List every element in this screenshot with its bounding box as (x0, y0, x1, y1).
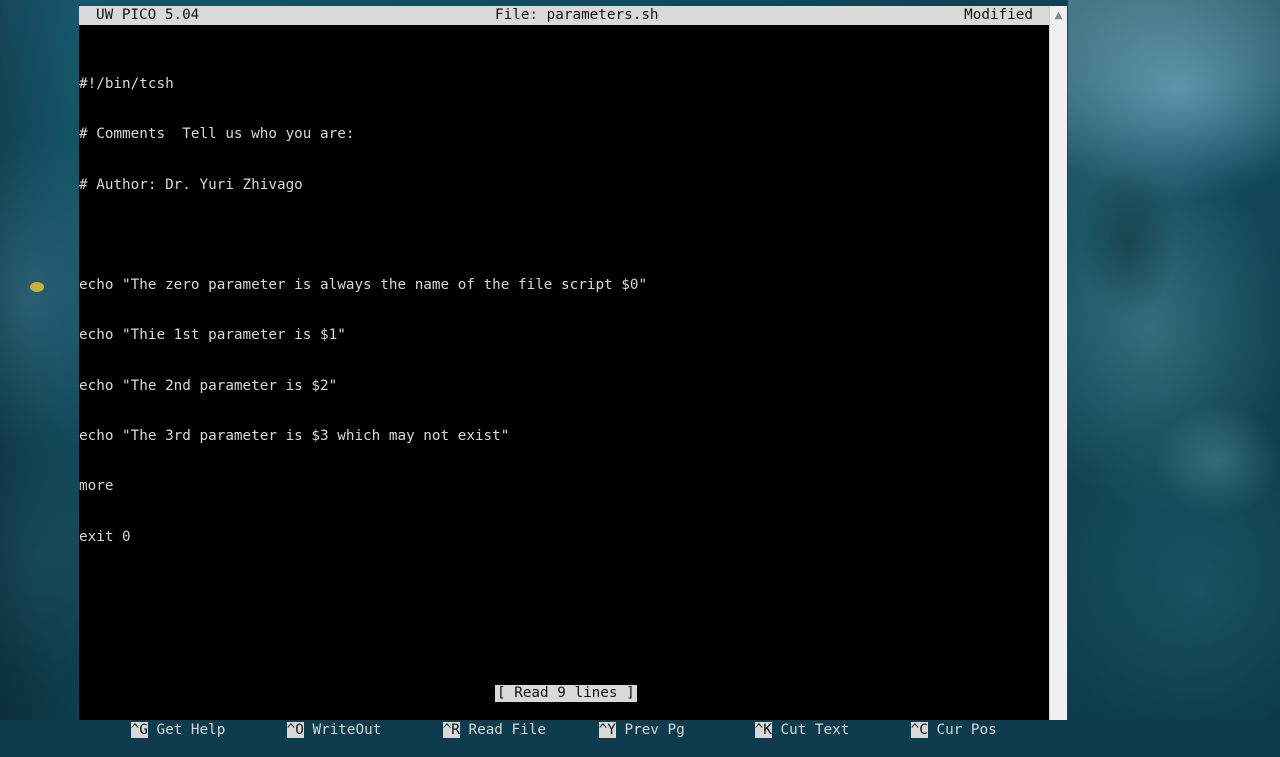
shortcut-label: Prev Pg (624, 722, 685, 738)
text-editor-area[interactable]: #!/bin/tcsh # Comments Tell us who you a… (79, 43, 1050, 578)
shortcut-key: ^K (754, 722, 772, 738)
fish-image (30, 282, 44, 292)
shortcut-key: ^O (286, 722, 304, 738)
editor-line[interactable]: more (79, 477, 1050, 495)
vertical-scrollbar[interactable]: ▲ (1049, 6, 1067, 720)
editor-version: UW PICO 5.04 (96, 7, 200, 23)
shortcut-get-help[interactable]: ^G Get Help (79, 703, 225, 738)
shortcut-key: ^G (130, 722, 148, 738)
editor-line[interactable]: echo "Thie 1st parameter is $1" (79, 326, 1050, 344)
editor-line[interactable]: echo "The 3rd parameter is $3 which may … (79, 427, 1050, 445)
terminal-window[interactable]: UW PICO 5.04 File: parameters.sh Modifie… (79, 6, 1067, 738)
shortcut-label: Read File (468, 722, 546, 738)
shortcut-key: ^Y (598, 722, 616, 738)
shortcut-key: ^C (910, 722, 928, 738)
scroll-up-arrow-icon[interactable]: ▲ (1050, 6, 1067, 25)
editor-line[interactable]: # Author: Dr. Yuri Zhivago (79, 176, 1050, 194)
wallpaper-right-panel (1068, 0, 1280, 720)
editor-line[interactable]: exit 0 (79, 528, 1050, 546)
shortcut-label: Cur Pos (936, 722, 997, 738)
editor-line[interactable]: echo "The 2nd parameter is $2" (79, 377, 1050, 395)
pico-title-bar: UW PICO 5.04 File: parameters.sh Modifie… (79, 6, 1050, 25)
file-name: File: parameters.sh (495, 7, 659, 23)
shortcut-label: Get Help (156, 722, 226, 738)
shortcut-prev-page[interactable]: ^Y Prev Pg (547, 703, 685, 738)
shortcut-label: Cut Text (780, 722, 850, 738)
modified-status: Modified (964, 7, 1033, 23)
shortcut-writeout[interactable]: ^O WriteOut (235, 703, 381, 738)
shortcut-read-file[interactable]: ^R Read File (391, 703, 546, 738)
editor-line[interactable]: echo "The zero parameter is always the n… (79, 276, 1050, 294)
shortcut-bar: ^G Get Help ^O WriteOut ^R Read File ^Y … (79, 703, 1050, 738)
editor-line[interactable] (79, 226, 1050, 244)
shortcut-label: WriteOut (312, 722, 382, 738)
wallpaper-left-panel (0, 0, 79, 720)
editor-line[interactable]: # Comments Tell us who you are: (79, 125, 1050, 143)
shortcut-cur-pos[interactable]: ^C Cur Pos (859, 703, 997, 738)
status-message: [ Read 9 lines ] (495, 685, 637, 702)
shortcut-cut-text[interactable]: ^K Cut Text (703, 703, 849, 738)
editor-line[interactable]: #!/bin/tcsh (79, 75, 1050, 93)
shortcut-key: ^R (442, 722, 460, 738)
